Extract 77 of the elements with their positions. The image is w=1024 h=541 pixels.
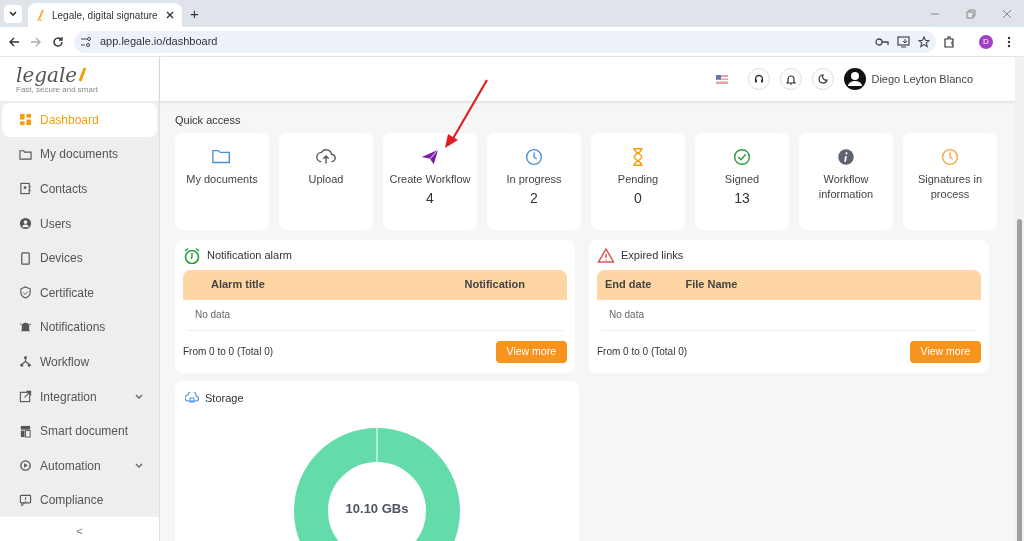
quick-access-card[interactable]: Pending 0 [591,132,685,230]
external-link-icon [19,390,32,404]
storage-total: 10.10 GBs [344,499,410,518]
key-icon[interactable] [875,36,889,47]
logo-text: legale [16,64,78,85]
sidebar-item[interactable]: Certificate [2,275,157,310]
tab-list-button[interactable] [4,4,22,23]
panel-title: Expired links [621,248,684,264]
annotation-arrow [443,78,491,150]
quick-access-card[interactable]: Signed 13 [695,132,789,230]
back-icon[interactable] [8,35,20,48]
column-header: End date [605,277,652,293]
menu-icon[interactable] [1007,36,1011,48]
warning-icon [597,247,615,264]
address-bar[interactable]: app.legale.io/dashboard [74,30,936,53]
headset-icon [754,74,765,84]
empty-message: No data [609,308,645,322]
sidebar-item[interactable]: Automation [2,448,157,483]
user-icon [19,217,32,231]
section-title: Quick access [175,113,242,128]
extensions-icon[interactable] [943,36,955,48]
folder-icon [19,147,32,161]
sidebar-item[interactable]: Compliance [2,483,157,518]
quick-access-card[interactable]: Create Workflow 4 [383,132,477,230]
site-settings-icon[interactable] [80,36,92,47]
message-alert-icon [19,493,32,507]
panel-title: Notification alarm [207,248,292,264]
sidebar-item[interactable]: Users [2,206,157,241]
contact-card-icon [19,182,32,196]
tab-title: Legale, digital signature [52,8,159,23]
collapse-sidebar-button[interactable]: < [76,523,83,540]
moon-icon [818,74,829,84]
url-text: app.legale.io/dashboard [100,34,219,50]
scrollbar-thumb[interactable] [1017,219,1022,541]
sidebar-item[interactable]: Workflow [2,345,157,379]
bell-icon [19,320,32,334]
tablet-icon [19,251,32,265]
quick-access-card[interactable]: Upload [279,132,373,230]
column-header: Notification [464,277,525,293]
new-tab-button[interactable]: + [190,6,199,21]
star-icon[interactable] [918,35,930,48]
sidebar-item[interactable]: Integration [2,379,157,414]
reload-icon[interactable] [52,35,64,48]
close-icon[interactable] [166,11,174,19]
bell-icon [786,73,797,85]
sidebar-item[interactable]: My documents [2,137,157,172]
column-header: Alarm title [211,277,265,293]
sidebar-item[interactable]: Smart document [2,414,157,448]
chevron-down-icon [135,393,143,400]
quick-access-card[interactable]: Signatures in process [903,132,997,230]
storage-title: Storage [205,390,244,406]
install-icon[interactable] [897,35,910,48]
dashboard-icon [19,113,32,127]
shield-check-icon [19,286,32,300]
pagination-summary: From 0 to 0 (Total 0) [183,345,274,359]
flag-icon[interactable] [716,74,729,84]
alarm-clock-icon [183,247,201,264]
pen-icon [36,9,46,21]
pagination-summary: From 0 to 0 (Total 0) [597,345,688,359]
cloud-storage-icon [185,391,199,404]
quick-access-card[interactable]: In progress 2 [487,132,581,230]
chevron-down-icon [135,462,143,469]
profile-avatar[interactable]: D [979,35,993,49]
browser-tab[interactable]: Legale, digital signature [28,3,182,27]
play-circle-icon [19,459,32,473]
column-header: File Name [685,277,738,293]
user-name[interactable]: Diego Leyton Blanco [871,70,973,88]
empty-message: No data [195,308,231,322]
user-avatar-icon[interactable] [844,68,867,90]
quick-access-card[interactable]: Workflow information [799,132,893,230]
quick-access-card[interactable]: My documents [175,132,269,230]
layout-icon [19,424,32,438]
sidebar-item[interactable]: Contacts [2,172,157,206]
sidebar-item[interactable]: Devices [2,241,157,275]
workflow-icon [19,355,32,369]
sidebar-item[interactable]: Notifications [2,310,157,345]
chevron-down-icon [9,10,17,17]
